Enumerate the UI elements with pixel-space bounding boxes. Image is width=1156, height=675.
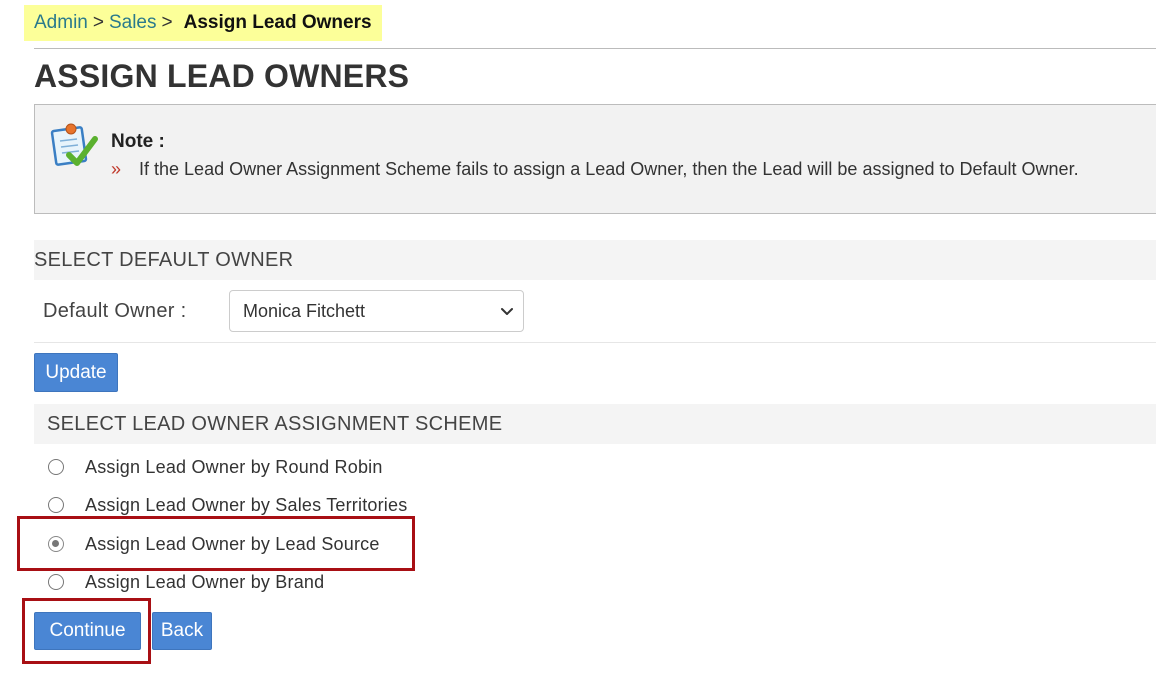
breadcrumb-separator: > <box>92 12 104 33</box>
breadcrumb-sales-link[interactable]: Sales <box>109 12 157 34</box>
scheme-option-label: Assign Lead Owner by Brand <box>85 571 325 592</box>
chevron-down-icon <box>501 308 513 315</box>
note-box: Note : » If the Lead Owner Assignment Sch… <box>34 104 1156 214</box>
default-owner-select[interactable]: Monica Fitchett <box>229 290 524 332</box>
note-message: If the Lead Owner Assignment Scheme fail… <box>139 159 1079 179</box>
breadcrumb-separator: > <box>161 12 173 33</box>
divider <box>34 48 1156 49</box>
scheme-option-sales-territories[interactable]: Assign Lead Owner by Sales Territories <box>48 491 407 519</box>
back-button[interactable]: Back <box>152 612 212 650</box>
scheme-option-label: Assign Lead Owner by Sales Territories <box>85 494 408 515</box>
scheme-option-brand[interactable]: Assign Lead Owner by Brand <box>48 568 324 596</box>
breadcrumb-current: Assign Lead Owners <box>183 12 372 33</box>
section-header-assignment-scheme: SELECT LEAD OWNER ASSIGNMENT SCHEME <box>34 404 1156 444</box>
radio-button[interactable] <box>48 459 64 475</box>
scheme-option-label: Assign Lead Owner by Round Robin <box>85 456 383 477</box>
scheme-option-lead-source[interactable]: Assign Lead Owner by Lead Source <box>48 530 380 558</box>
breadcrumb: Admin > Sales > Assign Lead Owners <box>24 5 382 41</box>
radio-button[interactable] <box>48 497 64 513</box>
scheme-option-round-robin[interactable]: Assign Lead Owner by Round Robin <box>48 453 383 481</box>
note-text: » If the Lead Owner Assignment Scheme fai… <box>111 159 1079 180</box>
continue-button[interactable]: Continue <box>34 612 141 650</box>
note-bullet: » <box>111 159 122 179</box>
scheme-option-label: Assign Lead Owner by Lead Source <box>85 533 380 554</box>
radio-button[interactable] <box>48 574 64 590</box>
page-title: ASSIGN LEAD OWNERS <box>34 58 410 94</box>
note-pad-check-icon <box>49 121 99 169</box>
section-header-default-owner: SELECT DEFAULT OWNER <box>34 240 1156 280</box>
update-button[interactable]: Update <box>34 353 118 392</box>
note-title: Note : <box>111 131 165 152</box>
default-owner-row: Default Owner : Monica Fitchett <box>34 282 1156 343</box>
radio-button-selected[interactable] <box>48 536 64 552</box>
default-owner-label: Default Owner : <box>43 300 187 322</box>
default-owner-selected-value: Monica Fitchett <box>243 301 366 321</box>
breadcrumb-admin-link[interactable]: Admin <box>34 12 88 34</box>
